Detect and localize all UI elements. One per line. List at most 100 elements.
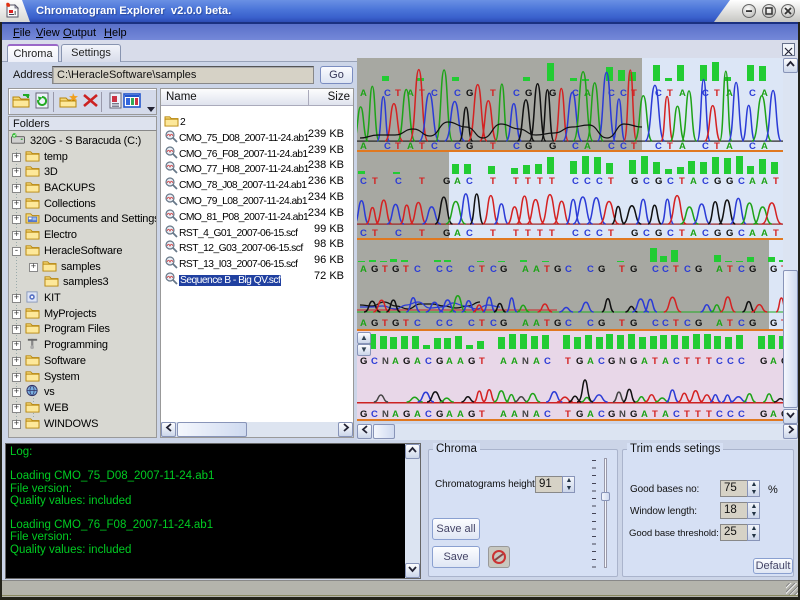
svg-text:G: G xyxy=(554,264,561,275)
svg-text:C: C xyxy=(360,228,367,239)
svg-text:T: T xyxy=(544,264,550,275)
svg-text:T: T xyxy=(619,264,625,275)
svg-text:G: G xyxy=(403,409,410,420)
svg-text:T: T xyxy=(479,356,485,367)
svg-text:C: C xyxy=(662,264,669,275)
svg-text:T: T xyxy=(673,264,679,275)
svg-text:T: T xyxy=(773,228,779,239)
svg-text:N: N xyxy=(522,409,529,420)
svg-text:G: G xyxy=(631,176,638,187)
svg-text:C: C xyxy=(468,318,475,329)
svg-text:C: C xyxy=(446,318,453,329)
svg-text:T: T xyxy=(479,409,485,420)
svg-text:C: C xyxy=(572,228,579,239)
svg-text:T: T xyxy=(706,356,712,367)
svg-text:T: T xyxy=(549,228,555,239)
svg-text:C: C xyxy=(425,409,432,420)
svg-text:G: G xyxy=(655,176,662,187)
svg-text:T: T xyxy=(403,264,409,275)
svg-text:A: A xyxy=(500,409,507,420)
svg-text:A: A xyxy=(511,356,518,367)
svg-text:A: A xyxy=(641,409,648,420)
svg-text:A: A xyxy=(716,318,723,329)
svg-text:G: G xyxy=(726,228,733,239)
svg-text:T: T xyxy=(490,176,496,187)
svg-text:G: G xyxy=(655,228,662,239)
svg-text:C: C xyxy=(598,356,605,367)
svg-text:C: C xyxy=(596,228,603,239)
svg-text:T: T xyxy=(608,228,614,239)
svg-text:A: A xyxy=(457,409,464,420)
svg-text:T: T xyxy=(382,264,388,275)
svg-text:G: G xyxy=(371,264,378,275)
svg-text:A: A xyxy=(522,264,529,275)
svg-text:C: C xyxy=(662,318,669,329)
svg-text:T: T xyxy=(565,356,571,367)
svg-text:T: T xyxy=(479,318,485,329)
svg-text:G: G xyxy=(608,409,615,420)
svg-text:G: G xyxy=(466,88,473,99)
svg-text:C: C xyxy=(738,409,745,420)
svg-text:C: C xyxy=(673,356,680,367)
svg-text:A: A xyxy=(414,409,421,420)
svg-text:C: C xyxy=(490,264,497,275)
svg-text:A: A xyxy=(522,318,529,329)
svg-text:G: G xyxy=(436,356,443,367)
svg-text:G: G xyxy=(598,318,605,329)
svg-text:C: C xyxy=(684,264,691,275)
svg-text:C: C xyxy=(598,409,605,420)
svg-text:A: A xyxy=(446,356,453,367)
svg-text:C: C xyxy=(643,176,650,187)
svg-text:C: C xyxy=(544,356,551,367)
svg-text:C: C xyxy=(702,176,709,187)
svg-text:G: G xyxy=(500,264,507,275)
svg-text:A: A xyxy=(360,318,367,329)
svg-text:T: T xyxy=(714,88,720,99)
svg-text:N: N xyxy=(619,409,626,420)
svg-text:A: A xyxy=(414,356,421,367)
svg-text:G: G xyxy=(714,176,721,187)
svg-text:G: G xyxy=(695,318,702,329)
svg-text:C: C xyxy=(738,264,745,275)
svg-text:G: G xyxy=(770,264,777,275)
svg-text:G: G xyxy=(549,88,556,99)
svg-text:T: T xyxy=(652,409,658,420)
svg-text:C: C xyxy=(738,228,745,239)
svg-text:G: G xyxy=(525,88,532,99)
svg-text:T: T xyxy=(695,409,701,420)
svg-text:C: C xyxy=(513,88,520,99)
svg-text:G: G xyxy=(371,318,378,329)
svg-text:C: C xyxy=(572,176,579,187)
svg-text:G: G xyxy=(500,318,507,329)
svg-text:N: N xyxy=(382,409,389,420)
svg-text:G: G xyxy=(630,264,637,275)
svg-text:T: T xyxy=(419,228,425,239)
svg-text:N: N xyxy=(522,356,529,367)
svg-text:G: G xyxy=(443,228,450,239)
svg-text:G: G xyxy=(598,264,605,275)
svg-text:T: T xyxy=(537,228,543,239)
svg-text:A: A xyxy=(679,88,686,99)
svg-text:T: T xyxy=(727,264,733,275)
svg-text:T: T xyxy=(403,318,409,329)
svg-text:G: G xyxy=(554,318,561,329)
svg-text:C: C xyxy=(738,356,745,367)
svg-text:A: A xyxy=(533,318,540,329)
svg-text:C: C xyxy=(587,264,594,275)
svg-text:T: T xyxy=(395,88,401,99)
svg-text:A: A xyxy=(716,264,723,275)
svg-text:A: A xyxy=(454,176,461,187)
svg-text:G: G xyxy=(770,318,777,329)
svg-text:C: C xyxy=(584,228,591,239)
svg-text:T: T xyxy=(695,356,701,367)
svg-text:C: C xyxy=(454,88,461,99)
svg-text:C: C xyxy=(431,88,438,99)
svg-text:C: C xyxy=(738,318,745,329)
svg-text:A: A xyxy=(749,176,756,187)
svg-text:T: T xyxy=(490,228,496,239)
svg-text:T: T xyxy=(679,176,685,187)
svg-text:C: C xyxy=(436,318,443,329)
svg-text:G: G xyxy=(749,318,756,329)
svg-text:C: C xyxy=(673,409,680,420)
svg-text:T: T xyxy=(619,318,625,329)
